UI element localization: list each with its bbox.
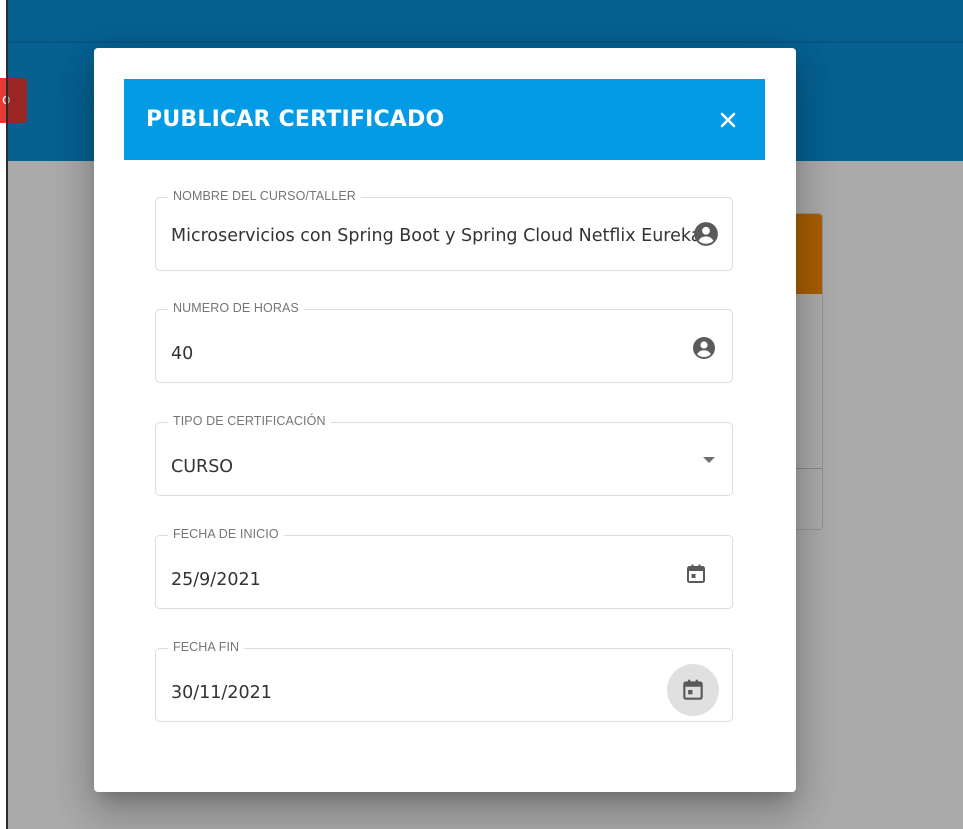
end-date-field[interactable]: FECHA FIN [155,640,733,722]
dialog-title: PUBLICAR CERTIFICADO [146,107,445,132]
course-name-label: NOMBRE DEL CURSO/TALLER [168,189,361,203]
account-circle-icon [693,221,719,247]
window-left-border [6,0,8,829]
calendar-icon[interactable] [684,562,710,588]
close-icon [720,112,736,128]
start-date-label: FECHA DE INICIO [168,527,284,541]
end-date-label: FECHA FIN [168,640,245,654]
course-name-field[interactable]: NOMBRE DEL CURSO/TALLER [155,189,733,271]
calendar-button[interactable] [667,664,719,716]
hours-label: NUMERO DE HORAS [168,301,304,315]
certification-type-label: TIPO DE CERTIFICACIÓN [168,414,331,428]
hours-field[interactable]: NUMERO DE HORAS [155,301,733,383]
calendar-icon [683,679,703,700]
account-circle-icon [692,336,718,362]
start-date-field[interactable]: FECHA DE INICIO [155,527,733,609]
dialog-header: PUBLICAR CERTIFICADO [124,79,765,160]
hours-input[interactable] [171,344,691,364]
start-date-input[interactable] [171,570,691,590]
end-date-input[interactable] [171,683,691,703]
certification-type-select[interactable]: TIPO DE CERTIFICACIÓN CURSO [155,414,733,496]
publish-certificate-dialog: PUBLICAR CERTIFICADO NOMBRE DEL CURSO/TA… [94,48,796,792]
dropdown-arrow-icon[interactable] [703,457,715,463]
close-button[interactable] [713,105,743,135]
course-name-input[interactable] [171,226,711,246]
certification-type-value: CURSO [171,457,234,477]
